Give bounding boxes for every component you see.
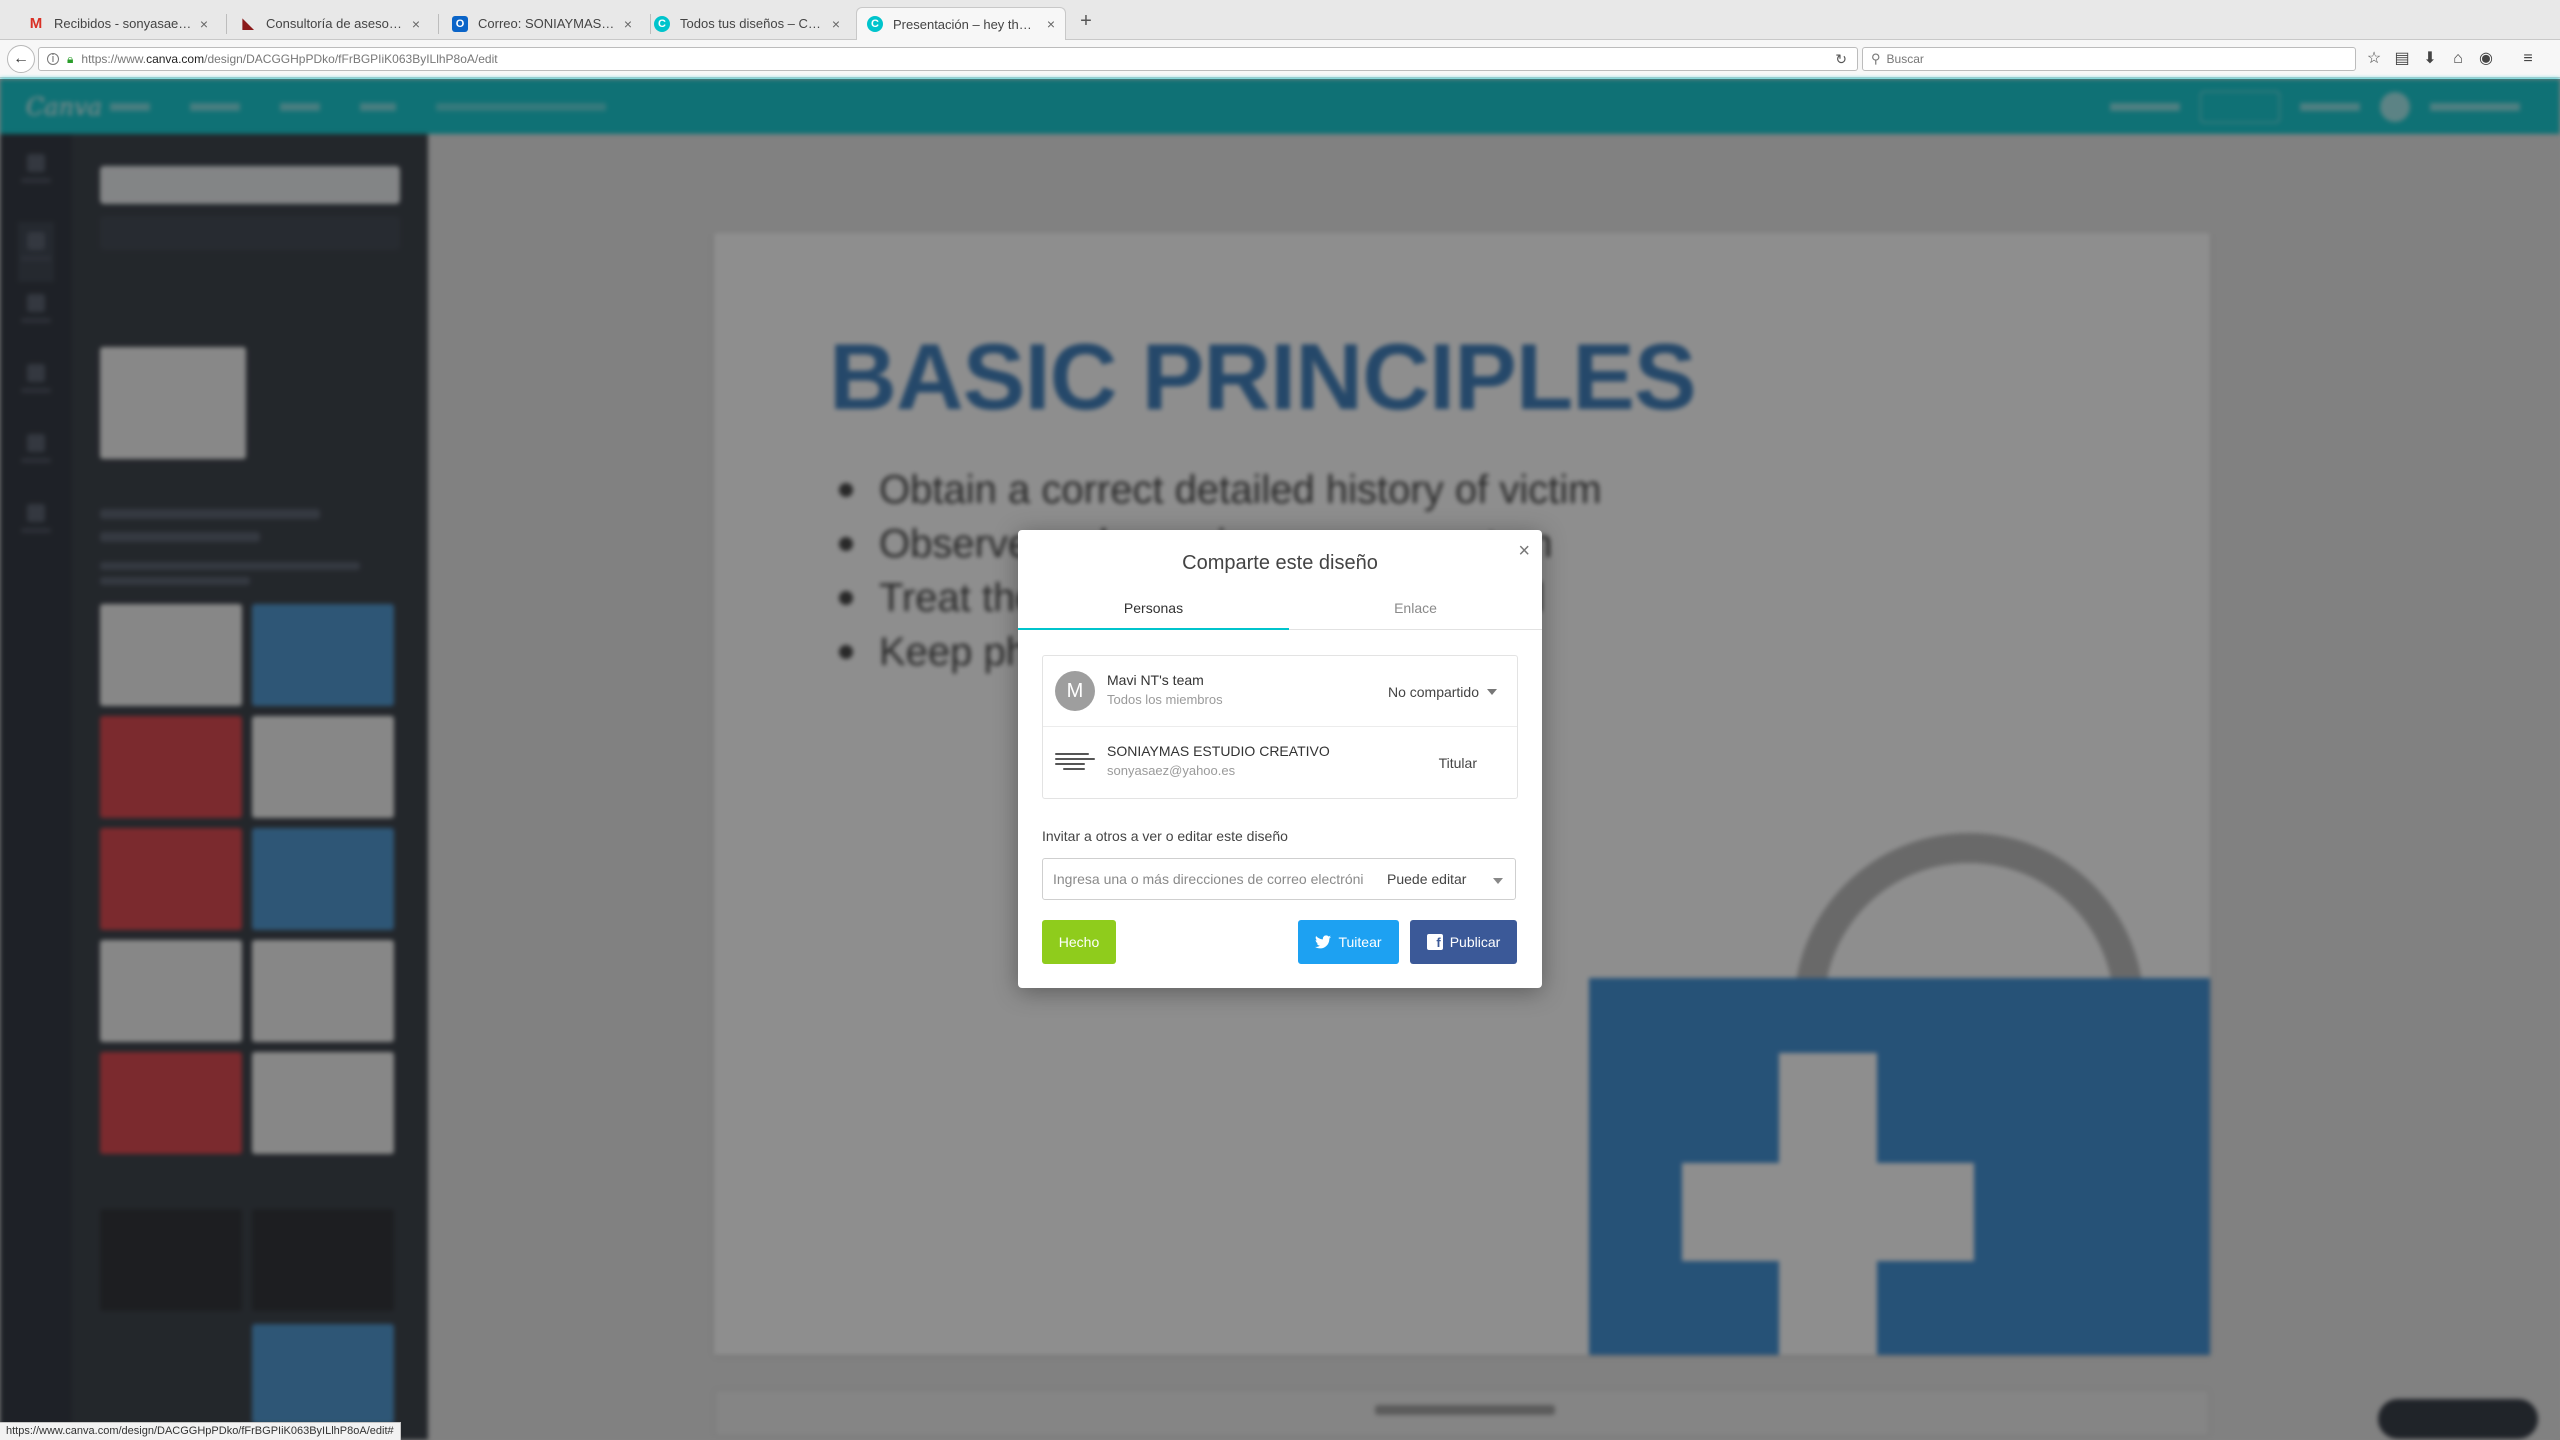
- close-tab-icon[interactable]: ×: [1047, 16, 1055, 32]
- browser-nav-bar: ← i 🔒︎ https://www.canva.com/design/DACG…: [0, 40, 2560, 78]
- outlook-icon: O: [452, 15, 468, 32]
- browser-tab-canva-presentation[interactable]: C Presentación – hey there! ×: [856, 7, 1066, 40]
- tab-link[interactable]: Enlace: [1289, 596, 1542, 630]
- owner-role-label: Titular: [1438, 755, 1477, 771]
- info-icon[interactable]: i: [47, 53, 59, 65]
- email-invite-input[interactable]: [1053, 867, 1363, 891]
- tab-title: Consultoría de asesoramie...: [266, 16, 404, 31]
- close-tab-icon[interactable]: ×: [832, 16, 840, 32]
- browser-tab-canva-designs[interactable]: C Todos tus diseños – Canva ×: [644, 7, 850, 40]
- search-placeholder: Buscar: [1886, 52, 1924, 66]
- url-bar[interactable]: i 🔒︎ https://www.canva.com/design/DACGGH…: [38, 47, 1858, 71]
- invite-label: Invitar a otros a ver o editar este dise…: [1042, 828, 1288, 844]
- publish-label: Publicar: [1449, 934, 1501, 950]
- publish-facebook-button[interactable]: f Publicar: [1410, 920, 1517, 964]
- shared-people-list: M Mavi NT's team Todos los miembros No c…: [1042, 655, 1518, 799]
- search-icon: ⚲: [1871, 51, 1881, 66]
- bookmark-flag-icon: ◣: [242, 15, 254, 31]
- done-button[interactable]: Hecho: [1042, 920, 1116, 964]
- invite-field: Puede editar: [1042, 858, 1516, 900]
- star-bookmark-icon[interactable]: ☆: [2360, 47, 2388, 71]
- chevron-down-icon[interactable]: [1493, 878, 1503, 884]
- share-tabs: Personas Enlace: [1018, 596, 1542, 630]
- reading-list-icon[interactable]: ▤: [2388, 47, 2416, 71]
- tab-title: Correo: SONIAYMAS CREA...: [478, 16, 616, 31]
- browser-tab-outlook[interactable]: O Correo: SONIAYMAS CREA... ×: [442, 7, 642, 40]
- tweet-label: Tuitear: [1338, 934, 1382, 950]
- close-tab-icon[interactable]: ×: [624, 16, 632, 32]
- chevron-down-icon[interactable]: [1487, 689, 1497, 695]
- share-dialog: × Comparte este diseño Personas Enlace M…: [1018, 530, 1542, 988]
- back-arrow-icon: ←: [13, 50, 29, 67]
- reload-icon[interactable]: ↻: [1835, 51, 1847, 68]
- tweet-button[interactable]: Tuitear: [1298, 920, 1399, 964]
- gmail-icon: M: [29, 15, 43, 32]
- download-icon[interactable]: ⬇: [2416, 47, 2444, 71]
- twitter-icon: [1315, 935, 1332, 949]
- avatar: M: [1055, 671, 1095, 711]
- list-item: SONIAYMAS ESTUDIO CREATIVO sonyasaez@yah…: [1043, 727, 1517, 798]
- team-permission-select[interactable]: No compartido: [1388, 684, 1479, 700]
- back-button[interactable]: ←: [7, 45, 35, 73]
- member-subtitle: Todos los miembros: [1107, 692, 1223, 707]
- home-icon[interactable]: ⌂: [2444, 47, 2472, 71]
- new-tab-button[interactable]: +: [1074, 10, 1098, 33]
- hamburger-menu-icon[interactable]: ≡: [2514, 47, 2542, 71]
- tab-title: Presentación – hey there!: [893, 16, 1039, 32]
- studio-logo-avatar: [1055, 747, 1095, 775]
- status-bar-link: https://www.canva.com/design/DACGGHpPDko…: [0, 1422, 401, 1440]
- toolbar-icons: ☆ ▤ ⬇ ⌂ ◉ ≡: [2360, 47, 2542, 71]
- member-email: sonyasaez@yahoo.es: [1107, 763, 1236, 778]
- facebook-icon: f: [1426, 934, 1443, 950]
- tab-title: Recibidos - sonyasaez@g...: [54, 16, 192, 31]
- close-tab-icon[interactable]: ×: [200, 16, 208, 32]
- list-item: M Mavi NT's team Todos los miembros No c…: [1043, 656, 1517, 727]
- member-name: Mavi NT's team: [1107, 672, 1204, 688]
- pocket-icon[interactable]: ◉: [2472, 47, 2500, 71]
- url-text: https://www.canva.com/design/DACGGHpPDko…: [81, 52, 498, 66]
- canva-icon: C: [654, 15, 670, 32]
- member-name: SONIAYMAS ESTUDIO CREATIVO: [1107, 743, 1330, 759]
- canva-icon: C: [867, 16, 883, 32]
- lock-icon: 🔒︎: [67, 51, 74, 66]
- done-label: Hecho: [1058, 934, 1100, 950]
- search-bar[interactable]: ⚲ Buscar: [1862, 47, 2356, 71]
- browser-tab-bar: M Recibidos - sonyasaez@g... × ◣ Consult…: [0, 0, 2560, 40]
- tab-people[interactable]: Personas: [1018, 596, 1289, 630]
- browser-tab-gmail[interactable]: M Recibidos - sonyasaez@g... ×: [18, 7, 218, 40]
- invite-role-select[interactable]: Puede editar: [1387, 871, 1466, 887]
- browser-tab-consultoria[interactable]: ◣ Consultoría de asesoramie... ×: [230, 7, 430, 40]
- close-tab-icon[interactable]: ×: [412, 16, 420, 32]
- dialog-title: Comparte este diseño: [1182, 552, 1378, 574]
- tab-title: Todos tus diseños – Canva: [680, 16, 824, 31]
